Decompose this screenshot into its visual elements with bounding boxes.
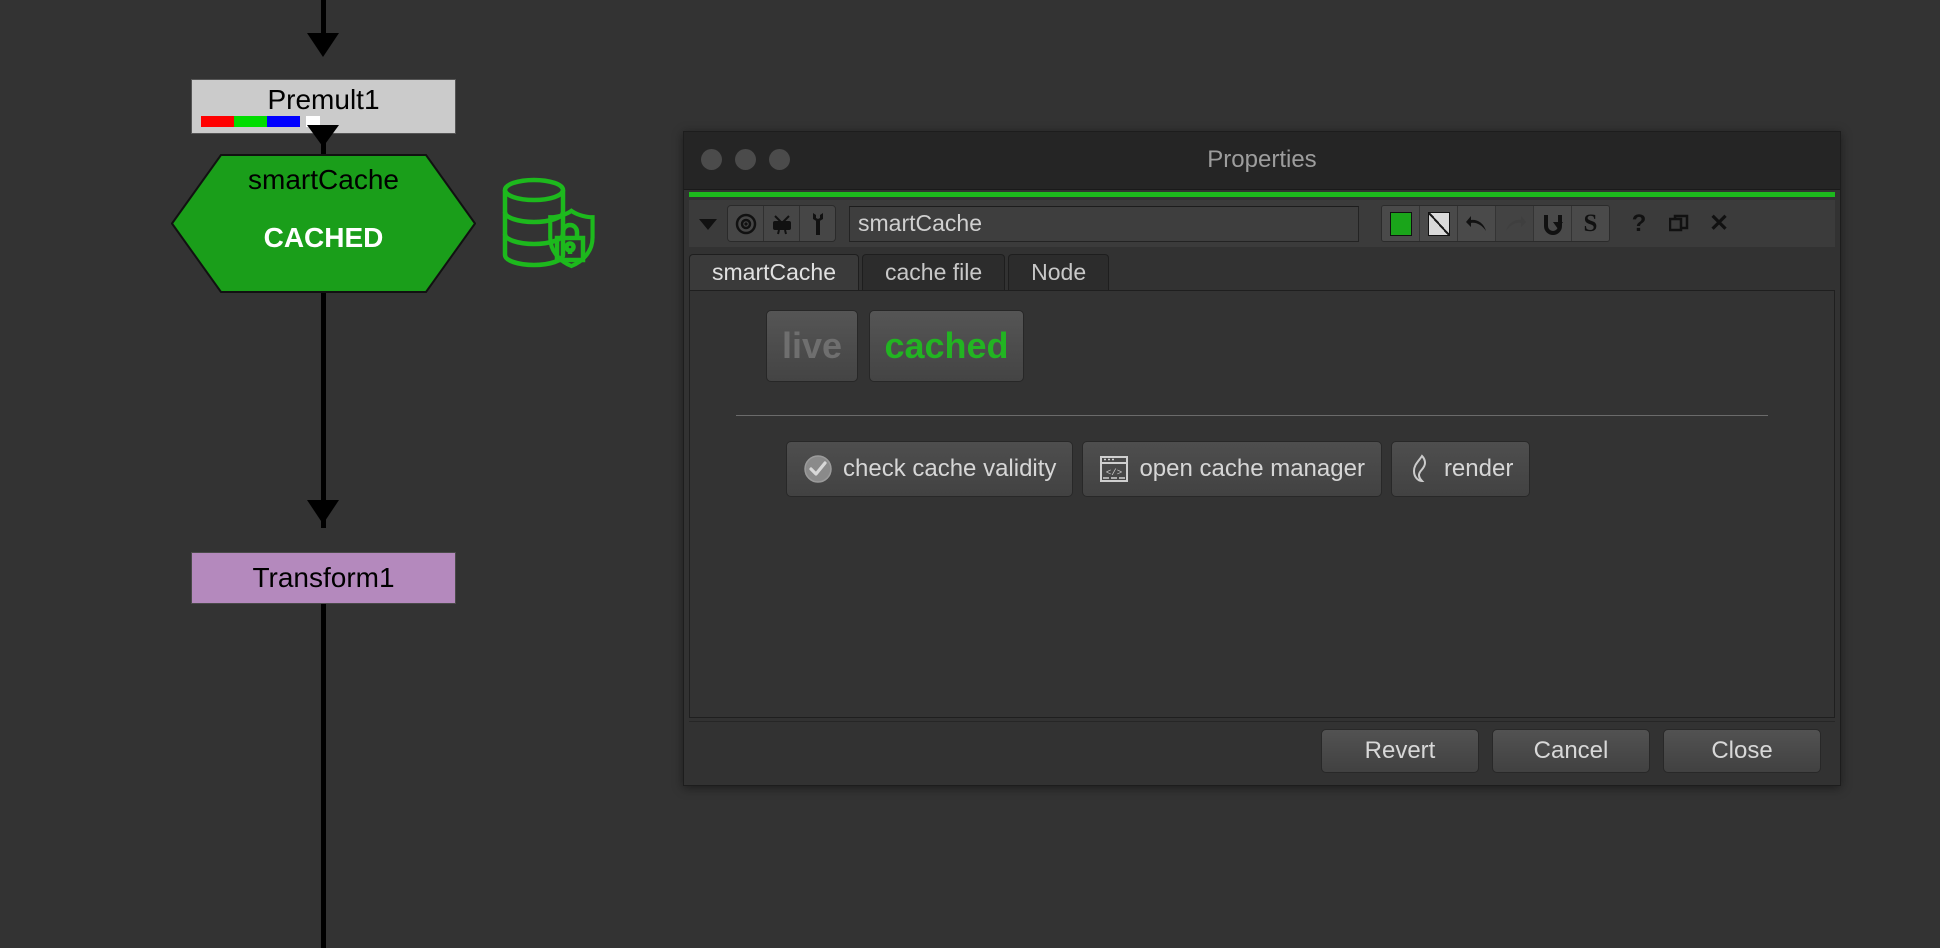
check-cache-validity-button[interactable]: check cache validity: [786, 441, 1073, 497]
channel-red: [201, 116, 234, 127]
redo-icon[interactable]: [1496, 206, 1534, 241]
cache-actions-row[interactable]: check cache validity </> open cache mana…: [786, 441, 1530, 497]
tab-smartcache[interactable]: smartCache: [689, 254, 859, 290]
close-button-label: Close: [1711, 737, 1772, 765]
tab-node-label: Node: [1031, 259, 1086, 286]
properties-footer[interactable]: Revert Cancel Close: [689, 721, 1835, 779]
node-transform1[interactable]: Transform1: [191, 552, 456, 604]
mask-swatch-icon[interactable]: [1420, 206, 1458, 241]
app-root: Premult1 smartCache CACHED: [0, 0, 1940, 948]
viewer-glyph: [770, 213, 794, 235]
node-accent-bar: [689, 192, 1835, 197]
check-circle-icon: [803, 454, 833, 484]
cache-mode-toggle[interactable]: live cached: [766, 310, 1024, 382]
properties-tabbar[interactable]: smartCache cache file Node: [689, 254, 1835, 290]
open-cache-manager-label: open cache manager: [1139, 455, 1365, 483]
float-window-glyph: [1669, 214, 1689, 234]
revert-button[interactable]: Revert: [1321, 729, 1479, 773]
render-button[interactable]: render: [1391, 441, 1530, 497]
tab-smartcache-label: smartCache: [712, 259, 836, 286]
mode-button-live-label: live: [782, 325, 842, 367]
wire-transform-output: [321, 604, 326, 948]
node-transform1-label: Transform1: [192, 562, 455, 594]
cancel-button-label: Cancel: [1534, 737, 1609, 765]
undo-icon[interactable]: [1458, 206, 1496, 241]
node-graph-canvas[interactable]: Premult1 smartCache CACHED: [0, 0, 700, 948]
node-smartcache-status: CACHED: [171, 222, 476, 254]
undo-glyph: [1465, 214, 1489, 234]
script-s-icon[interactable]: S: [1572, 206, 1609, 241]
cached-database-lock-icon: [488, 172, 598, 282]
arrowhead-into-premult: [307, 33, 339, 57]
mode-button-cached-label: cached: [884, 325, 1008, 367]
revert-button-label: Revert: [1365, 737, 1436, 765]
node-color-swatch[interactable]: [1382, 206, 1420, 241]
render-label: render: [1444, 455, 1513, 483]
toolbar-right-section[interactable]: S ? ✕: [1381, 205, 1730, 242]
section-divider: [736, 415, 1768, 416]
close-icon[interactable]: ✕: [1708, 211, 1730, 237]
node-premult1-label: Premult1: [192, 84, 455, 116]
chevron-down-icon[interactable]: [693, 217, 723, 231]
toolbar-window-controls[interactable]: ? ✕: [1628, 211, 1730, 237]
arrowhead-into-smartcache: [307, 125, 339, 147]
properties-titlebar[interactable]: Properties: [684, 132, 1840, 190]
arrowhead-into-transform: [307, 500, 339, 524]
revert-loop-icon[interactable]: [1534, 206, 1572, 241]
check-cache-validity-label: check cache validity: [843, 455, 1056, 483]
code-window-icon: </>: [1099, 454, 1129, 484]
node-smartcache-label: smartCache: [171, 164, 476, 196]
node-smartcache[interactable]: smartCache CACHED: [171, 154, 476, 293]
properties-panel-body: live cached check cache validity: [689, 290, 1835, 718]
chevron-down-glyph: [698, 217, 718, 231]
tab-cache-file-label: cache file: [885, 259, 982, 286]
node-premult1-channel-bar: [201, 116, 320, 127]
close-button[interactable]: Close: [1663, 729, 1821, 773]
wrench-glyph: [807, 212, 829, 236]
mode-button-live[interactable]: live: [766, 310, 858, 382]
mask-swatch-chip: [1428, 212, 1450, 236]
wire-smartcache-to-transform: [321, 293, 326, 528]
mode-button-cached[interactable]: cached: [869, 310, 1024, 382]
revert-loop-glyph: [1542, 212, 1564, 236]
channel-green: [234, 116, 267, 127]
node-name-input[interactable]: [849, 206, 1359, 242]
target-icon[interactable]: [728, 206, 764, 241]
node-color-swatch-chip: [1390, 212, 1412, 236]
toolbar-left-group[interactable]: [727, 205, 836, 242]
properties-toolbar[interactable]: S ? ✕: [689, 200, 1835, 247]
cancel-button[interactable]: Cancel: [1492, 729, 1650, 773]
target-glyph: [735, 213, 757, 235]
redo-glyph: [1503, 214, 1527, 234]
flame-render-icon: [1408, 454, 1434, 484]
tab-node[interactable]: Node: [1008, 254, 1109, 290]
svg-text:</>: </>: [1106, 468, 1122, 478]
float-window-icon[interactable]: [1668, 211, 1690, 237]
help-icon[interactable]: ?: [1628, 211, 1650, 237]
channel-blue: [267, 116, 300, 127]
tab-cache-file[interactable]: cache file: [862, 254, 1005, 290]
properties-window-title: Properties: [684, 146, 1840, 174]
properties-window[interactable]: Properties: [683, 131, 1841, 786]
wire-top-to-premult: [321, 0, 326, 36]
open-cache-manager-button[interactable]: </> open cache manager: [1082, 441, 1382, 497]
viewer-icon[interactable]: [764, 206, 800, 241]
wrench-icon[interactable]: [800, 206, 835, 241]
script-s-glyph: S: [1584, 210, 1598, 238]
toolbar-right-group[interactable]: S: [1381, 205, 1610, 242]
